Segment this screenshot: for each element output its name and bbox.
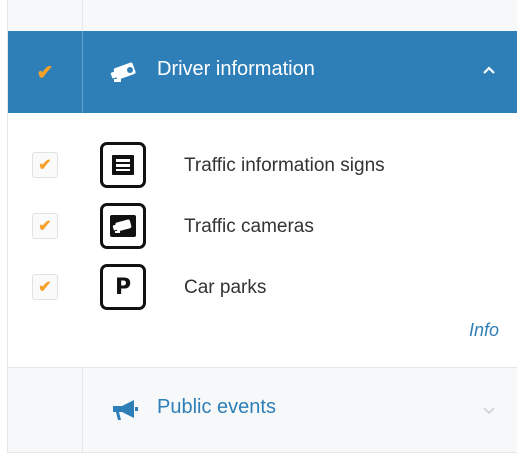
car-park-letter: P [114,274,132,300]
traffic-camera-icon [100,203,146,249]
layer-checkbox[interactable]: ✔ [32,274,58,300]
section-header-driver-information[interactable]: ✔ Driver information [8,31,517,113]
info-link[interactable]: Info [469,320,499,341]
previous-section-check-cell [8,0,83,31]
chevron-down-icon[interactable] [480,402,498,420]
layer-label: Traffic information signs [184,155,385,176]
traffic-sign-icon [100,142,146,188]
section-title: Driver information [157,58,315,80]
layer-checkbox[interactable]: ✔ [32,213,58,239]
layer-item-traffic-information-signs[interactable]: ✔ Traffic information signs [8,138,517,190]
chevron-up-icon[interactable] [480,61,498,79]
section-content-driver-information: ✔ Traffic information signs ✔ Traffic ca… [8,113,517,367]
section-header-public-events[interactable]: Public events [8,367,517,453]
section-check-cell-public-events [8,368,83,452]
layer-label: Car parks [184,277,267,298]
layer-label: Traffic cameras [184,216,314,237]
check-icon: ✔ [36,61,54,84]
check-icon: ✔ [38,218,52,235]
check-icon: ✔ [38,157,52,174]
layer-item-car-parks[interactable]: ✔ P Car parks [8,260,517,312]
section-checkbox-driver-information[interactable]: ✔ [8,31,83,113]
section-title: Public events [157,396,276,418]
layer-checkbox[interactable]: ✔ [32,152,58,178]
layer-item-traffic-cameras[interactable]: ✔ Traffic cameras [8,199,517,251]
check-icon: ✔ [38,279,52,296]
car-park-icon: P [100,264,146,310]
layers-panel: ✔ Driver information ✔ Traffic informati… [7,0,517,453]
previous-section-row [8,0,517,32]
megaphone-icon [113,400,138,420]
camera-icon [110,62,136,82]
